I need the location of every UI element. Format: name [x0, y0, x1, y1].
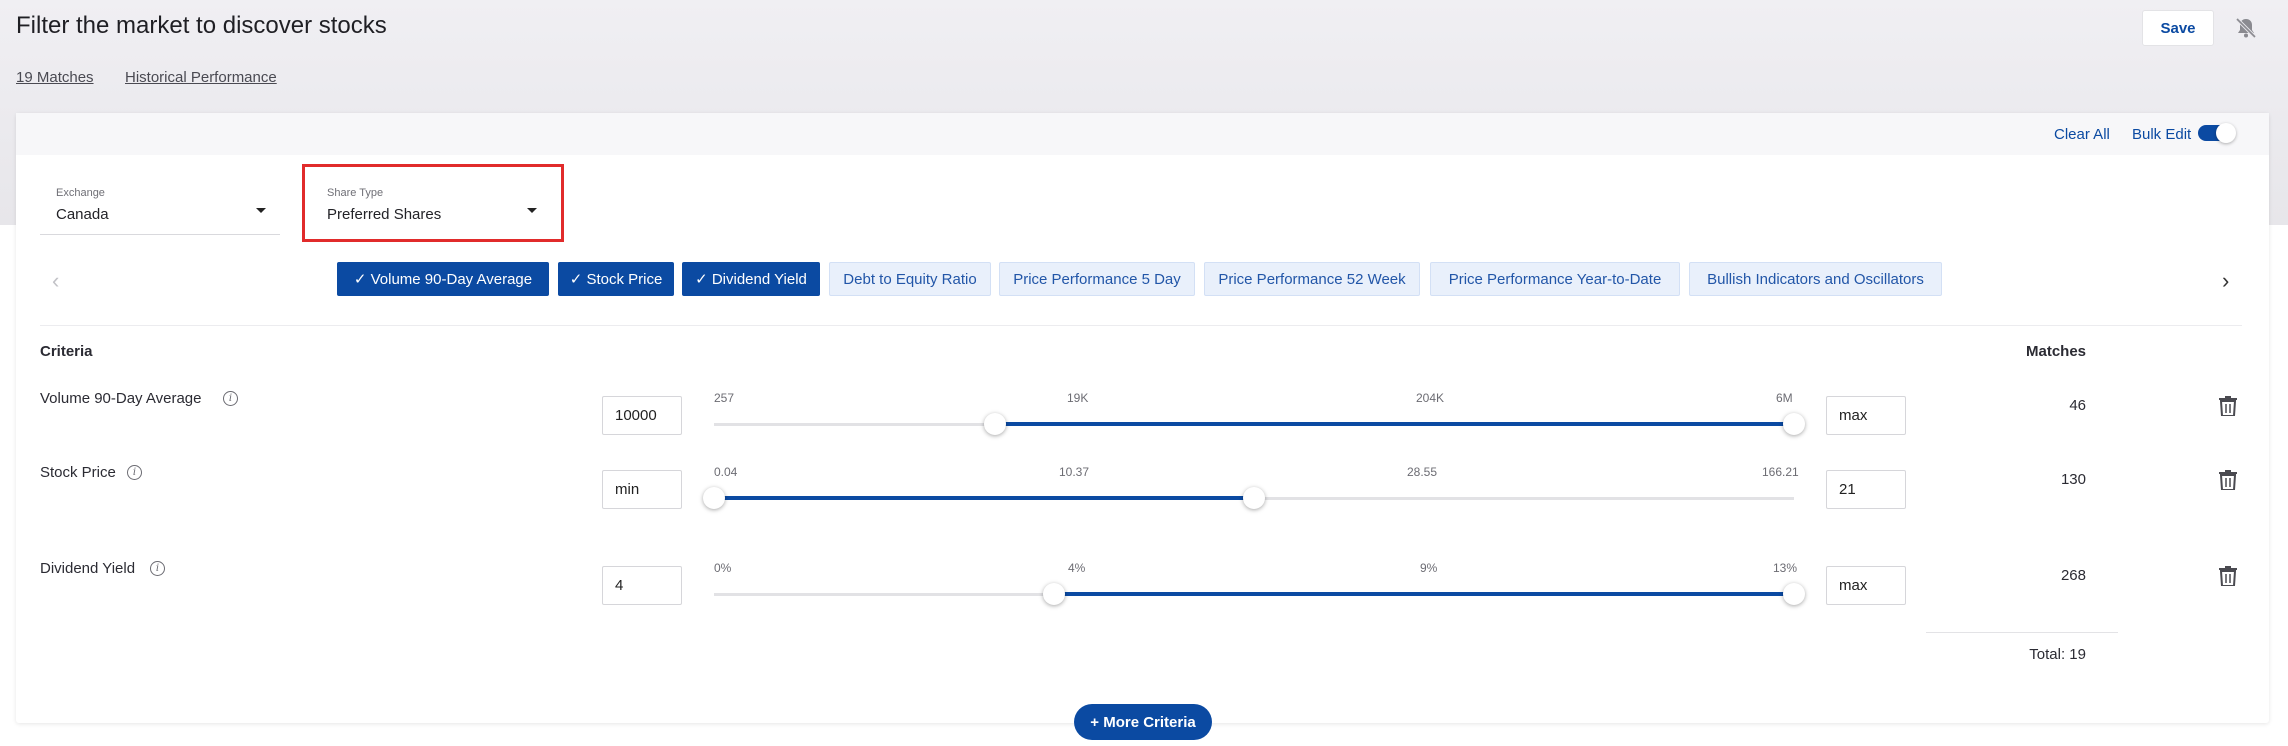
criterion-label-stock-price: Stock Price [40, 464, 116, 481]
share-type-highlight [302, 164, 564, 242]
info-icon[interactable]: i [150, 561, 165, 576]
slider-max-thumb[interactable] [1783, 583, 1805, 605]
chip-volume-90-day-average[interactable]: ✓ Volume 90-Day Average [337, 262, 549, 296]
slider-min-thumb[interactable] [703, 487, 725, 509]
info-icon[interactable]: i [223, 391, 238, 406]
tick-label: 4% [1068, 561, 1086, 575]
slider-max-thumb[interactable] [1783, 413, 1805, 435]
trash-icon[interactable] [2219, 470, 2237, 491]
dividend-yield-min-input[interactable] [602, 566, 682, 605]
volume-max-input[interactable] [1826, 396, 1906, 435]
slider-min-thumb[interactable] [983, 413, 1006, 435]
bulk-edit-label: Bulk Edit [2132, 126, 2192, 143]
criterion-label-dividend-yield: Dividend Yield [40, 560, 136, 577]
save-button[interactable]: Save [2142, 10, 2214, 46]
bulk-edit-toggle[interactable] [2198, 123, 2236, 143]
tick-label: 257 [714, 391, 735, 405]
chip-stock-price[interactable]: ✓ Stock Price [558, 262, 674, 296]
trash-icon[interactable] [2219, 566, 2237, 587]
exchange-select[interactable]: Exchange Canada [40, 187, 280, 235]
slider-min-thumb[interactable] [1043, 583, 1066, 605]
exchange-label: Exchange [56, 187, 105, 199]
match-count: 268 [2060, 567, 2086, 584]
criteria-header: Criteria [40, 343, 93, 360]
chip-debt-to-equity-ratio[interactable]: Debt to Equity Ratio [829, 262, 991, 296]
tick-label: 204K [1416, 391, 1445, 405]
total-divider [1926, 632, 2118, 633]
trash-icon[interactable] [2219, 396, 2237, 417]
dividend-yield-range-slider[interactable] [714, 580, 1805, 610]
tick-label: 28.55 [1407, 465, 1438, 479]
volume-range-slider[interactable] [714, 410, 1805, 440]
tick-label: 6M [1776, 391, 1793, 405]
more-criteria-button[interactable]: + More Criteria [1074, 704, 1212, 740]
slider-max-thumb[interactable] [1243, 487, 1265, 509]
chips-prev-arrow[interactable]: ‹ [52, 268, 59, 294]
clear-all-button[interactable]: Clear All [2054, 126, 2110, 143]
tick-label: 19K [1067, 391, 1089, 405]
tick-label: 13% [1773, 561, 1798, 575]
stock-price-range-slider[interactable] [703, 484, 1794, 514]
tick-label: 10.37 [1059, 465, 1090, 479]
chip-price-performance-52-week[interactable]: Price Performance 52 Week [1204, 262, 1420, 296]
matches-link[interactable]: 19 Matches [16, 69, 94, 86]
info-icon[interactable]: i [127, 465, 142, 480]
volume-min-input[interactable] [602, 396, 682, 435]
chevron-down-icon [256, 208, 266, 213]
historical-performance-link[interactable]: Historical Performance [125, 69, 277, 86]
stock-price-min-input[interactable] [602, 470, 682, 509]
tick-label: 0% [714, 561, 732, 575]
chip-dividend-yield[interactable]: ✓ Dividend Yield [682, 262, 820, 296]
tick-label: 166.21 [1762, 465, 1799, 479]
matches-header: Matches [2026, 343, 2087, 360]
chip-price-performance-ytd[interactable]: Price Performance Year-to-Date [1430, 262, 1680, 296]
criterion-label-volume: Volume 90-Day Average [40, 390, 202, 407]
chip-price-performance-5-day[interactable]: Price Performance 5 Day [999, 262, 1195, 296]
total-matches: Total: 19 [2029, 646, 2086, 663]
chips-next-arrow[interactable]: › [2222, 268, 2229, 294]
exchange-value: Canada [56, 206, 109, 223]
tick-label: 0.04 [714, 465, 738, 479]
tick-label: 9% [1420, 561, 1438, 575]
bell-off-icon[interactable] [2232, 14, 2260, 42]
chip-bullish-indicators[interactable]: Bullish Indicators and Oscillators [1689, 262, 1942, 296]
stock-price-max-input[interactable] [1826, 470, 1906, 509]
match-count: 130 [2060, 471, 2086, 488]
dividend-yield-max-input[interactable] [1826, 566, 1906, 605]
page-title: Filter the market to discover stocks [16, 12, 387, 39]
divider [40, 325, 2242, 326]
match-count: 46 [2069, 397, 2086, 414]
card-toolbar: Clear All Bulk Edit [16, 113, 2269, 155]
